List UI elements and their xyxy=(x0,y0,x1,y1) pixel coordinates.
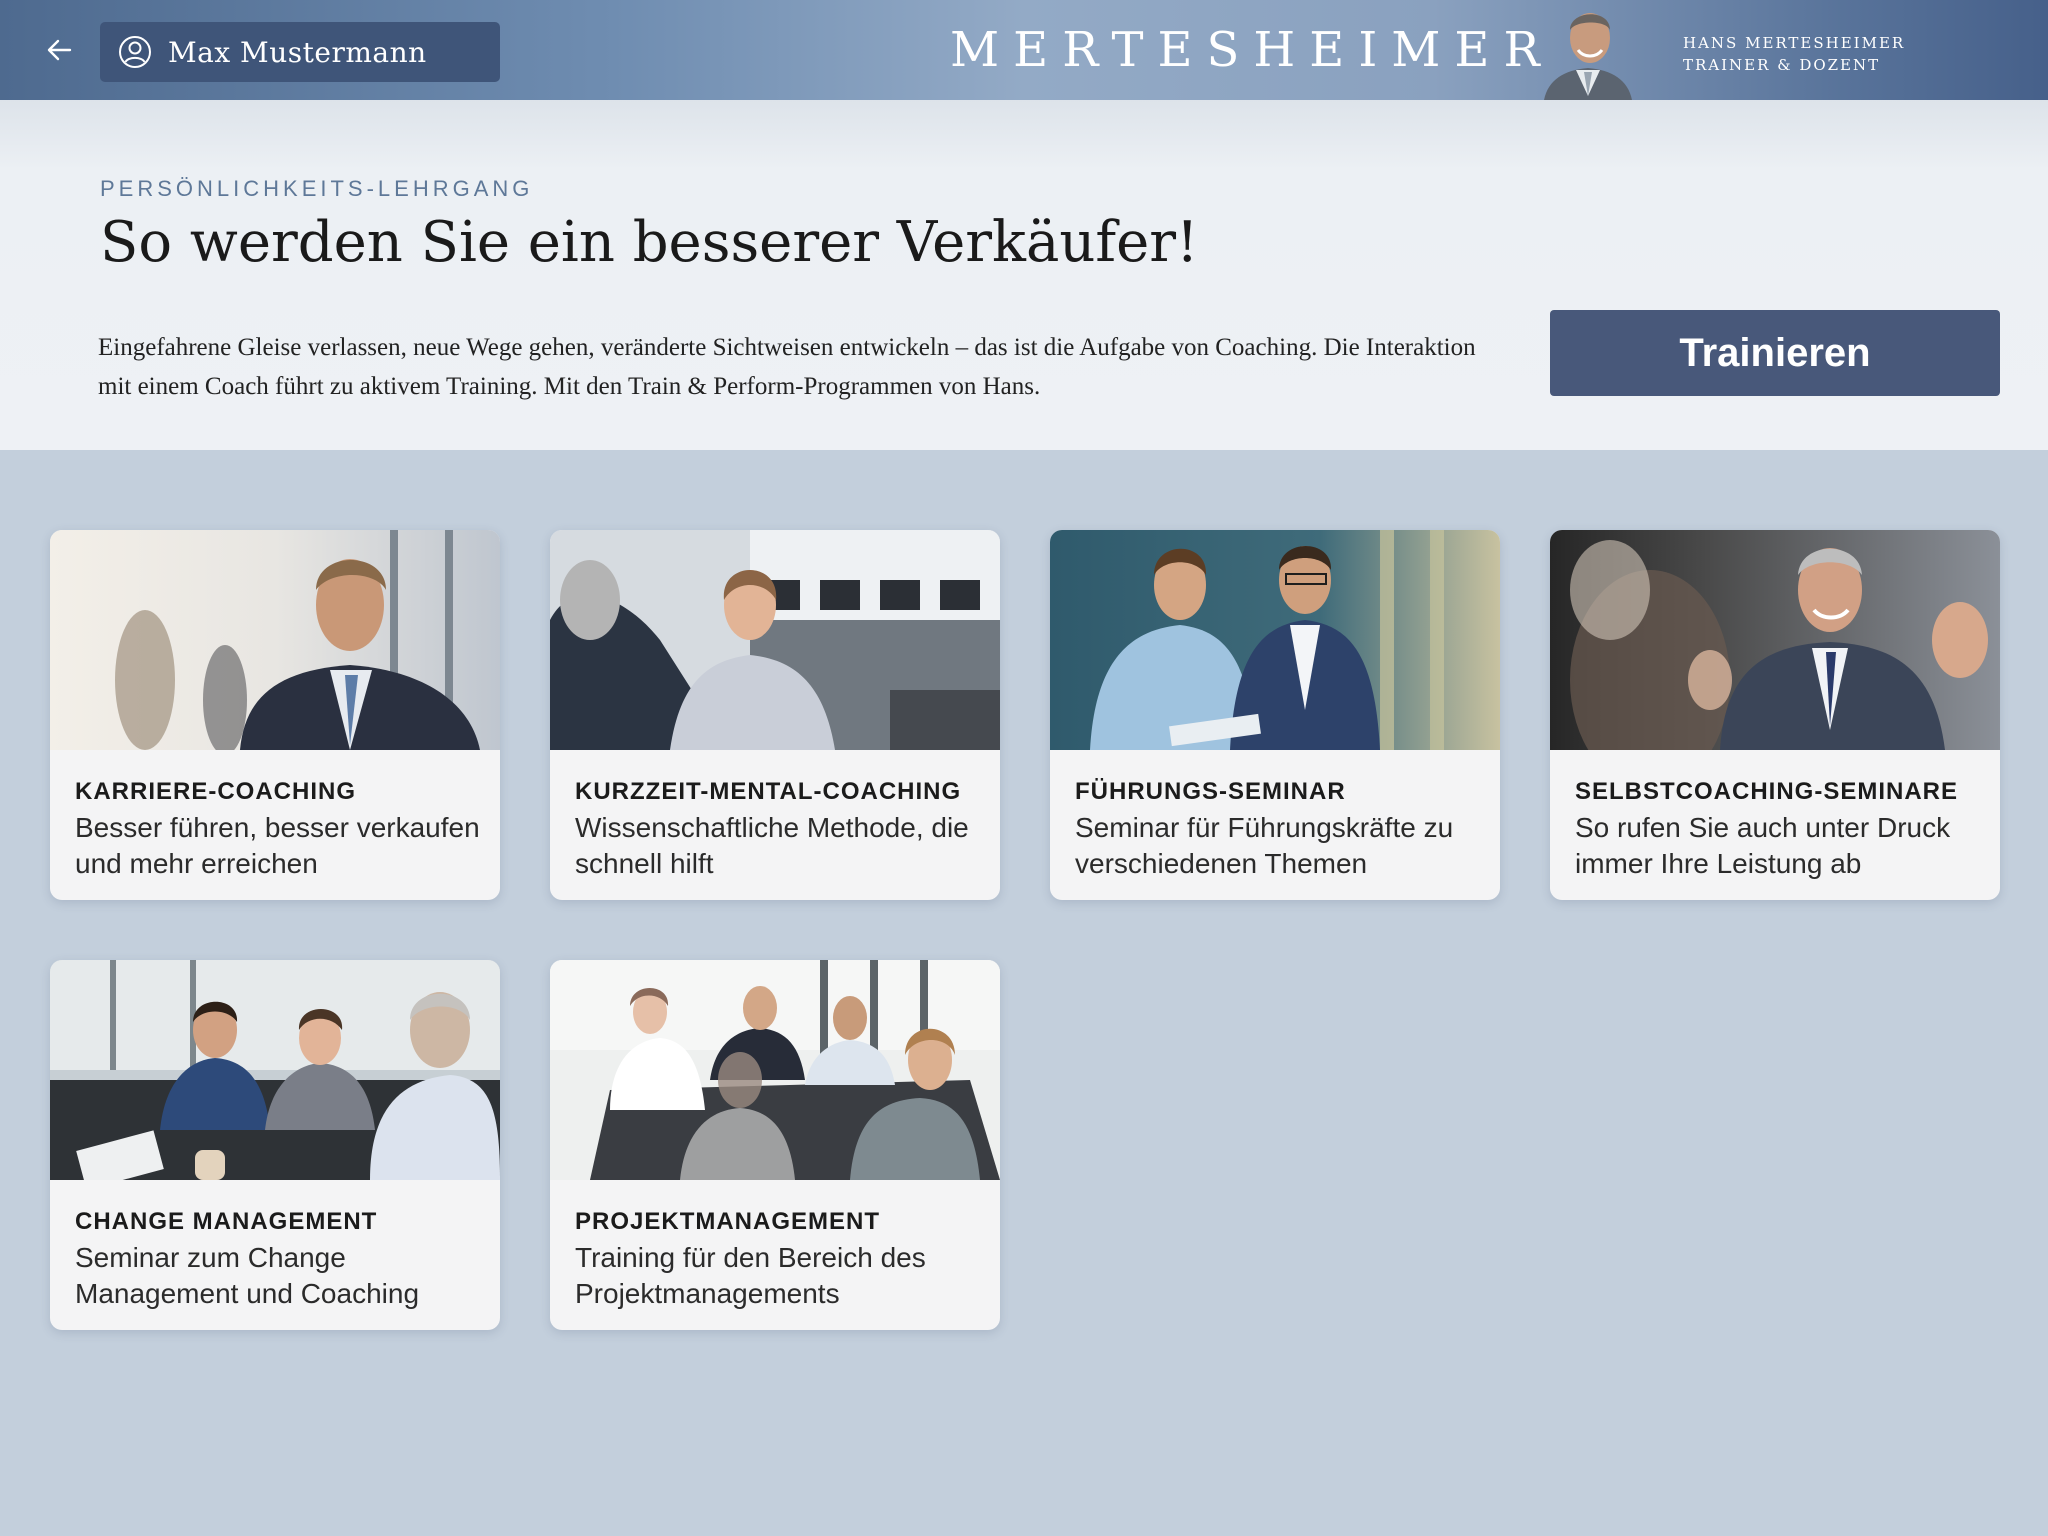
page-title: So werden Sie ein besserer Verkäufer! xyxy=(100,210,1199,275)
course-card-projektmanagement[interactable]: PROJEKTMANAGEMENT Training für den Berei… xyxy=(550,960,1000,1330)
train-button[interactable]: Trainieren xyxy=(1550,310,2000,396)
trainer-avatar xyxy=(1536,0,1640,100)
user-icon xyxy=(118,35,152,69)
conference-room-photo xyxy=(550,960,1000,1180)
hero-description: Eingefahrene Gleise verlassen, neue Wege… xyxy=(98,334,1476,400)
card-title: PROJEKTMANAGEMENT xyxy=(575,1208,881,1235)
two-businessmen-photo xyxy=(1050,530,1500,750)
card-title: KURZZEIT-MENTAL-COACHING xyxy=(575,778,962,805)
card-title: KARRIERE-COACHING xyxy=(75,778,356,805)
card-description: Seminar für Führungskräfte zu verschiede… xyxy=(1075,812,1454,879)
trainer-name: HANS MERTESHEIMER xyxy=(1683,34,1906,52)
card-description: Seminar zum Change Management und Coachi… xyxy=(75,1242,420,1309)
smiling-coach-photo xyxy=(1550,530,2000,790)
course-category: PERSÖNLICHKEITS-LEHRGANG xyxy=(100,176,534,201)
brand-logo: MERTESHEIMER xyxy=(950,22,1554,78)
card-title: FÜHRUNGS-SEMINAR xyxy=(1075,778,1346,805)
card-title: CHANGE MANAGEMENT xyxy=(75,1208,378,1235)
card-title: SELBSTCOACHING-SEMINARE xyxy=(1575,778,1959,805)
card-description: Besser führen, besser verkaufen und mehr… xyxy=(75,812,480,879)
card-description: Wissenschaftliche Methode, die schnell h… xyxy=(575,812,969,879)
hero-section: PERSÖNLICHKEITS-LEHRGANG So werden Sie e… xyxy=(0,100,2048,450)
trainer-role: TRAINER & DOZENT xyxy=(1683,56,1881,74)
card-description: Training für den Bereich des Projektmana… xyxy=(575,1242,926,1309)
back-arrow-icon[interactable] xyxy=(44,30,84,70)
card-description: So rufen Sie auch unter Druck immer Ihre… xyxy=(1575,812,1951,879)
businessman-portrait-photo xyxy=(50,530,500,755)
user-name: Max Mustermann xyxy=(168,35,427,69)
trainer-info: HANS MERTESHEIMER TRAINER & DOZENT xyxy=(1683,32,1905,76)
course-card-karriere-coaching[interactable]: KARRIERE-COACHING Besser führen, besser … xyxy=(50,530,500,900)
office-conversation-photo xyxy=(550,530,1000,750)
user-profile-button[interactable]: Max Mustermann xyxy=(100,22,500,82)
course-card-fuehrungs-seminar[interactable]: FÜHRUNGS-SEMINAR Seminar für Führungskrä… xyxy=(1050,530,1500,900)
course-card-kurzzeit-mental-coaching[interactable]: KURZZEIT-MENTAL-COACHING Wissenschaftlic… xyxy=(550,530,1000,900)
course-card-change-management[interactable]: CHANGE MANAGEMENT Seminar zum Change Man… xyxy=(50,960,500,1330)
meeting-table-photo xyxy=(50,960,500,1190)
course-card-selbstcoaching-seminare[interactable]: SELBSTCOACHING-SEMINARE So rufen Sie auc… xyxy=(1550,530,2000,900)
app-header: Max Mustermann MERTESHEIMER HANS MERTESH… xyxy=(0,0,2048,100)
